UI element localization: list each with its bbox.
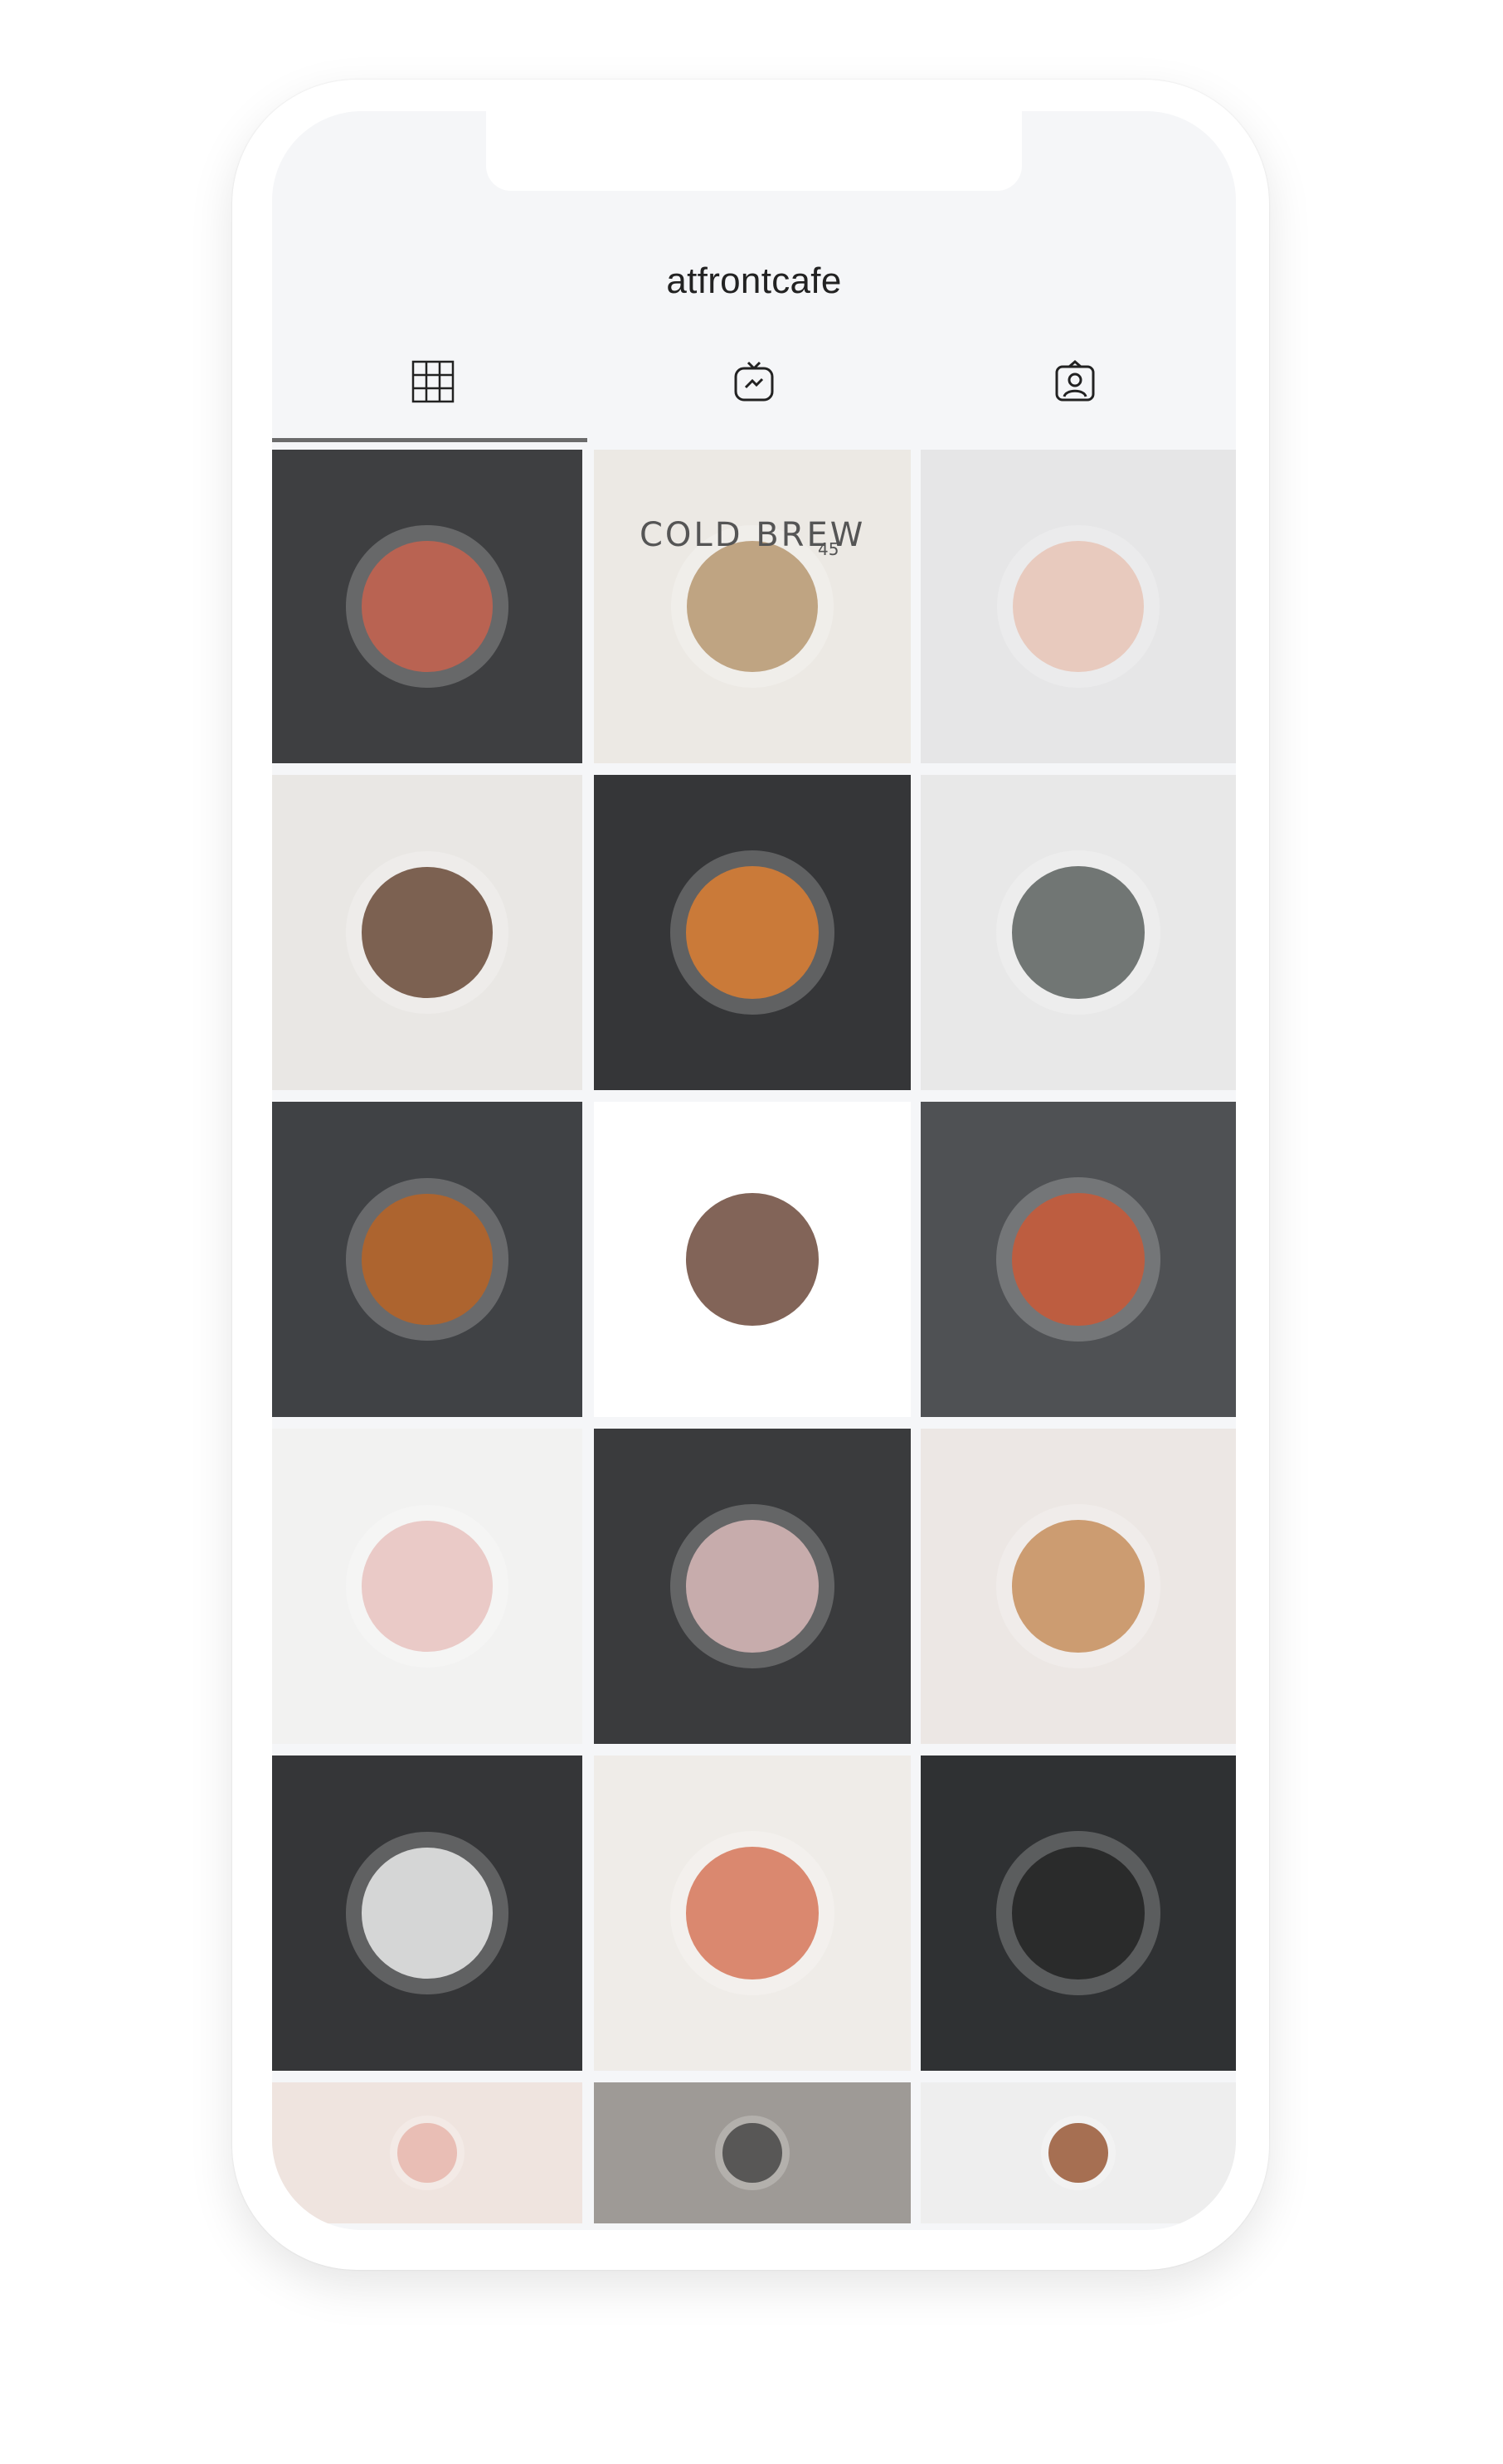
photo-subject: [1012, 866, 1145, 999]
active-tab-indicator: [272, 438, 587, 442]
photo-subject: [686, 866, 819, 999]
tv-icon: [734, 361, 773, 402]
photo-subject: [362, 1521, 493, 1652]
photo-subject: [362, 541, 493, 672]
tab-grid[interactable]: [272, 360, 593, 426]
photo-subject: [1012, 1847, 1145, 1979]
profile-tab-bar: [272, 360, 1236, 407]
photo-subject: [362, 1194, 493, 1325]
post-thumbnail[interactable]: COLD BREW 45: [594, 450, 911, 763]
tab-tagged[interactable]: [914, 360, 1235, 426]
grid-icon: [411, 360, 454, 403]
photo-subject: [686, 1847, 819, 1979]
post-thumbnail[interactable]: [594, 1429, 911, 1744]
tagged-person-icon: [1055, 360, 1094, 402]
photo-sign-number: 45: [818, 539, 839, 559]
post-thumbnail[interactable]: [272, 1429, 582, 1744]
post-thumbnail[interactable]: [921, 1755, 1236, 2071]
post-thumbnail[interactable]: [272, 1755, 582, 2071]
post-thumbnail[interactable]: [921, 775, 1236, 1090]
post-thumbnail[interactable]: [272, 450, 582, 763]
photo-subject: [686, 540, 819, 673]
phone-notch: [486, 111, 1022, 191]
post-thumbnail[interactable]: [594, 775, 911, 1090]
photo-subject: [362, 1848, 493, 1979]
profile-username: atfrontcafe: [666, 261, 842, 301]
phone-screen: atfrontcafe COLD BREW 45: [272, 111, 1236, 2230]
photo-subject: [722, 2123, 782, 2183]
post-thumbnail[interactable]: [594, 2082, 911, 2223]
tab-igtv[interactable]: [593, 360, 914, 426]
photo-subject: [686, 1193, 819, 1326]
photo-subject: [1048, 2123, 1108, 2183]
post-thumbnail[interactable]: [272, 2082, 582, 2223]
post-thumbnail[interactable]: [594, 1102, 911, 1417]
post-thumbnail[interactable]: [921, 450, 1236, 763]
photo-subject: [397, 2123, 457, 2183]
photo-subject: [362, 867, 493, 998]
photo-subject: [1012, 1193, 1145, 1326]
post-thumbnail[interactable]: [921, 1102, 1236, 1417]
photo-subject: [1012, 1520, 1145, 1653]
photo-subject: [1012, 540, 1145, 673]
post-thumbnail[interactable]: [272, 775, 582, 1090]
post-thumbnail[interactable]: [921, 2082, 1236, 2223]
post-thumbnail[interactable]: [594, 1755, 911, 2071]
post-thumbnail[interactable]: [921, 1429, 1236, 1744]
photo-subject: [686, 1520, 819, 1653]
post-thumbnail[interactable]: [272, 1102, 582, 1417]
